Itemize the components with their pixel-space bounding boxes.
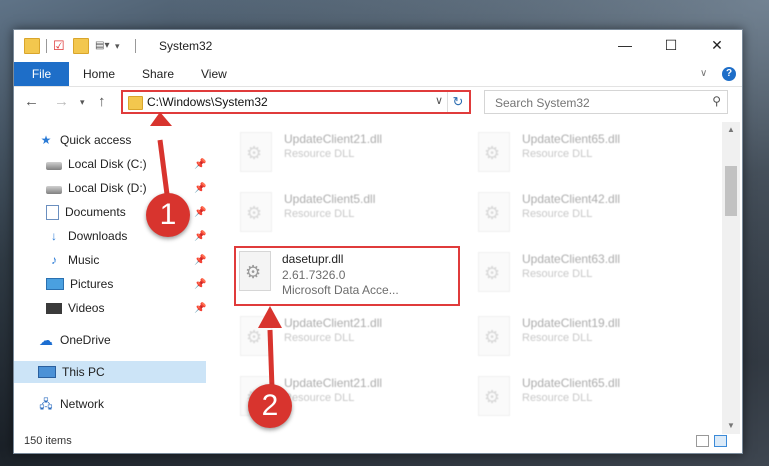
arrow-1-head — [150, 112, 172, 126]
arrow-2-head — [258, 306, 282, 328]
step-1-callout: 1 — [146, 193, 190, 237]
annotation-arrows — [150, 112, 282, 389]
arrow-2-shaft — [267, 329, 275, 389]
step-2-callout: 2 — [248, 384, 292, 428]
